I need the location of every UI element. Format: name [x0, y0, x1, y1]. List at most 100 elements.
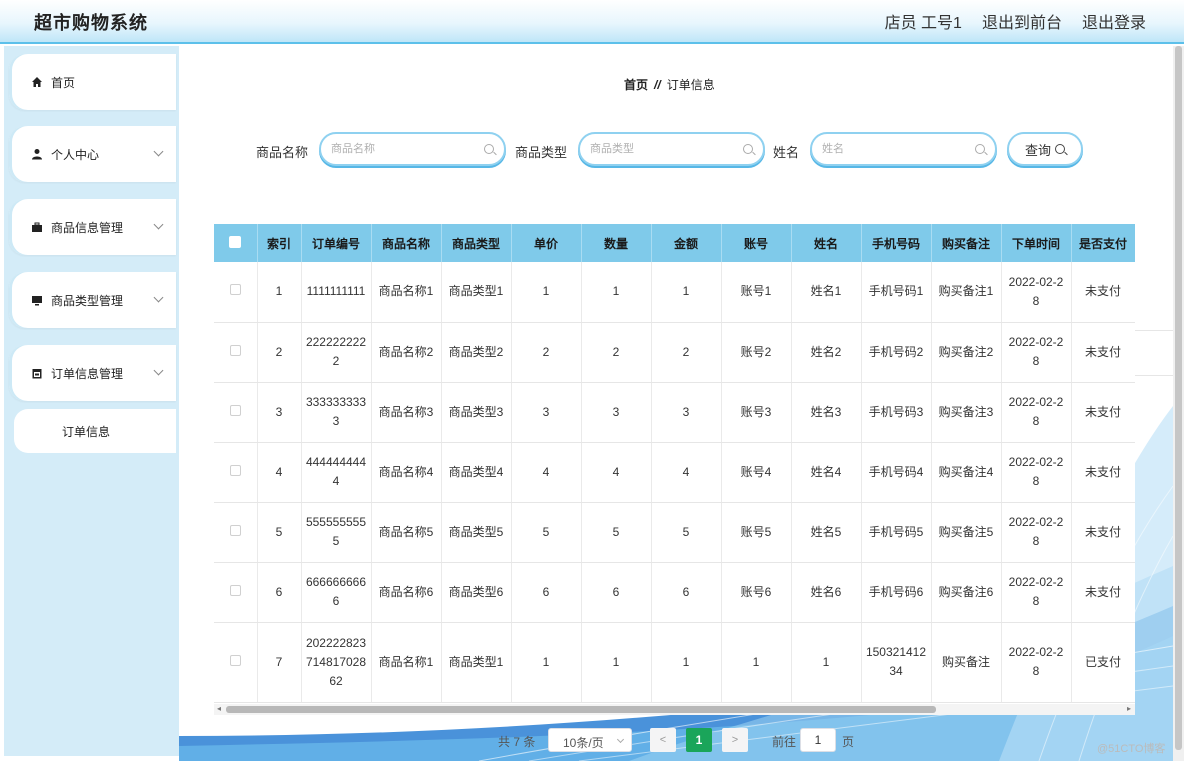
- row-checkbox[interactable]: [229, 344, 241, 356]
- table-cell: 购买备注5: [931, 502, 1002, 563]
- table-row[interactable]: 3 3333333333 商品名称3 商品类型3 3 3 3 账号3 姓名3 手机号码3 购买备注3…: [214, 382, 1135, 443]
- table-cell: 5: [257, 502, 302, 563]
- table-cell: 购买备注: [931, 622, 1002, 703]
- watermark: @51CTO博客: [1097, 743, 1166, 755]
- sidebar-item-home[interactable]: 首页: [9, 54, 176, 110]
- sidebar-item-order-info[interactable]: 订单信息管理: [9, 345, 176, 401]
- top-bar: 超市购物系统 店员 工号1 退出到前台 退出登录: [0, 0, 1184, 44]
- sidebar-subitem-order-info[interactable]: 订单信息: [14, 409, 176, 453]
- scroll-left-icon[interactable]: ◂: [217, 704, 221, 713]
- sidebar-item-product-info[interactable]: 商品信息管理: [9, 199, 176, 255]
- select-all-checkbox-cell[interactable]: [214, 224, 258, 262]
- goto-label: 前往: [772, 735, 797, 749]
- query-button[interactable]: 查询: [1007, 132, 1083, 166]
- row-checkbox-cell[interactable]: [214, 622, 258, 703]
- table-cell: 2: [257, 322, 302, 383]
- table-cell: 6666666666: [301, 562, 372, 623]
- row-checkbox-cell[interactable]: [214, 502, 258, 563]
- table-row[interactable]: 4 4444444444 商品名称4 商品类型4 4 4 4 账号4 姓名4 手机号码4 购买备注4…: [214, 442, 1135, 503]
- chevron-down-icon: [153, 365, 164, 376]
- table-body: 1 1111111111 商品名称1 商品类型1 1 1 1 账号1 姓名1 手机号码1 购买备注1…: [214, 262, 1135, 703]
- row-checkbox-cell[interactable]: [214, 322, 258, 383]
- product-type-field[interactable]: [578, 132, 765, 166]
- product-type-input[interactable]: [590, 140, 740, 158]
- table-cell: 2022-02-28: [1001, 322, 1072, 383]
- row-checkbox-cell[interactable]: [214, 562, 258, 623]
- table-cell: 账号5: [721, 502, 792, 563]
- product-name-field[interactable]: [319, 132, 506, 166]
- table-row[interactable]: 2 2222222222 商品名称2 商品类型2 2 2 2 账号2 姓名2 手机号码2 购买备注2…: [214, 322, 1135, 383]
- back-to-front-link[interactable]: 退出到前台: [982, 9, 1062, 33]
- row-checkbox-cell[interactable]: [214, 442, 258, 503]
- table-cell: 1: [721, 622, 792, 703]
- sidebar-item-product-type[interactable]: 商品类型管理: [9, 272, 176, 328]
- name-field[interactable]: [810, 132, 997, 166]
- table-cell: 5: [511, 502, 582, 563]
- row-checkbox[interactable]: [229, 654, 241, 666]
- row-checkbox[interactable]: [229, 404, 241, 416]
- horizontal-scrollbar-thumb[interactable]: [226, 706, 936, 713]
- table-cell: 3333333333: [301, 382, 372, 443]
- product-type-label: 商品类型: [515, 145, 568, 160]
- table-cell: 姓名4: [791, 442, 862, 503]
- table-cell: 姓名5: [791, 502, 862, 563]
- row-checkbox-cell[interactable]: [214, 382, 258, 443]
- table-cell: 姓名6: [791, 562, 862, 623]
- breadcrumb-home[interactable]: 首页: [624, 78, 648, 92]
- table-cell: 1: [511, 622, 582, 703]
- table-cell: 商品类型3: [441, 382, 512, 443]
- table-row[interactable]: 7 20222282371481702862 商品名称1 商品类型1 1 1 1 1 1 1503…: [214, 622, 1135, 703]
- name-input[interactable]: [822, 140, 972, 158]
- row-checkbox-cell[interactable]: [214, 262, 258, 323]
- table-cell: 商品名称4: [371, 442, 442, 503]
- table-row[interactable]: 1 1111111111 商品名称1 商品类型1 1 1 1 账号1 姓名1 手机号码1 购买备注1…: [214, 262, 1135, 323]
- page-size-select[interactable]: 10条/页: [548, 728, 632, 752]
- table-cell: 商品名称1: [371, 262, 442, 323]
- prev-page-button[interactable]: <: [650, 728, 676, 752]
- table-cell: 账号2: [721, 322, 792, 383]
- column-header: 购买备注: [931, 224, 1002, 262]
- sidebar-item-label: 商品类型管理: [51, 293, 124, 308]
- column-header: 金额: [651, 224, 722, 262]
- table-cell: 商品类型1: [441, 622, 512, 703]
- sidebar-item-label: 订单信息管理: [51, 366, 124, 381]
- table-cell: 20222282371481702862: [301, 622, 372, 703]
- table-row[interactable]: 5 5555555555 商品名称5 商品类型5 5 5 5 账号5 姓名5 手机号码5 购买备注5…: [214, 502, 1135, 563]
- query-button-label: 查询: [1024, 142, 1051, 158]
- page-number-button[interactable]: 1: [686, 728, 712, 752]
- goto-page-input[interactable]: 1: [800, 728, 836, 752]
- table-cell: 2022-02-28: [1001, 562, 1072, 623]
- search-icon: [484, 144, 494, 154]
- next-page-button[interactable]: >: [722, 728, 748, 752]
- select-all-checkbox[interactable]: [229, 235, 242, 248]
- table-cell: 3: [581, 382, 652, 443]
- table-cell: 账号1: [721, 262, 792, 323]
- row-checkbox[interactable]: [229, 464, 241, 476]
- table-cell: 手机号码2: [861, 322, 932, 383]
- row-checkbox[interactable]: [229, 524, 241, 536]
- table-cell: 未支付: [1071, 382, 1135, 443]
- search-icon: [1055, 144, 1065, 154]
- scroll-right-icon[interactable]: ▸: [1127, 704, 1131, 713]
- table-cell: 商品名称1: [371, 622, 442, 703]
- row-checkbox[interactable]: [229, 284, 241, 296]
- table-cell: 未支付: [1071, 442, 1135, 503]
- table-cell: 2022-02-28: [1001, 382, 1072, 443]
- table-cell: 2: [581, 322, 652, 383]
- table-cell: 6: [257, 562, 302, 623]
- table-cell: 已支付: [1071, 622, 1135, 703]
- column-header: 订单编号: [301, 224, 372, 262]
- page-size-value: 10条/页: [563, 736, 604, 750]
- product-name-input[interactable]: [331, 140, 481, 158]
- table-cell: 4: [511, 442, 582, 503]
- table-row[interactable]: 6 6666666666 商品名称6 商品类型6 6 6 6 账号6 姓名6 手机号码6 购买备注6…: [214, 562, 1135, 623]
- horizontal-scrollbar[interactable]: ◂ ▸: [214, 704, 1135, 715]
- logout-link[interactable]: 退出登录: [1082, 9, 1146, 33]
- breadcrumb-current: 订单信息: [666, 78, 715, 92]
- table-cell: 手机号码4: [861, 442, 932, 503]
- row-checkbox[interactable]: [229, 584, 241, 596]
- total-count: 共 7 条: [498, 735, 536, 749]
- chevron-down-icon: [153, 292, 164, 303]
- table-cell: 手机号码6: [861, 562, 932, 623]
- column-header: 账号: [721, 224, 792, 262]
